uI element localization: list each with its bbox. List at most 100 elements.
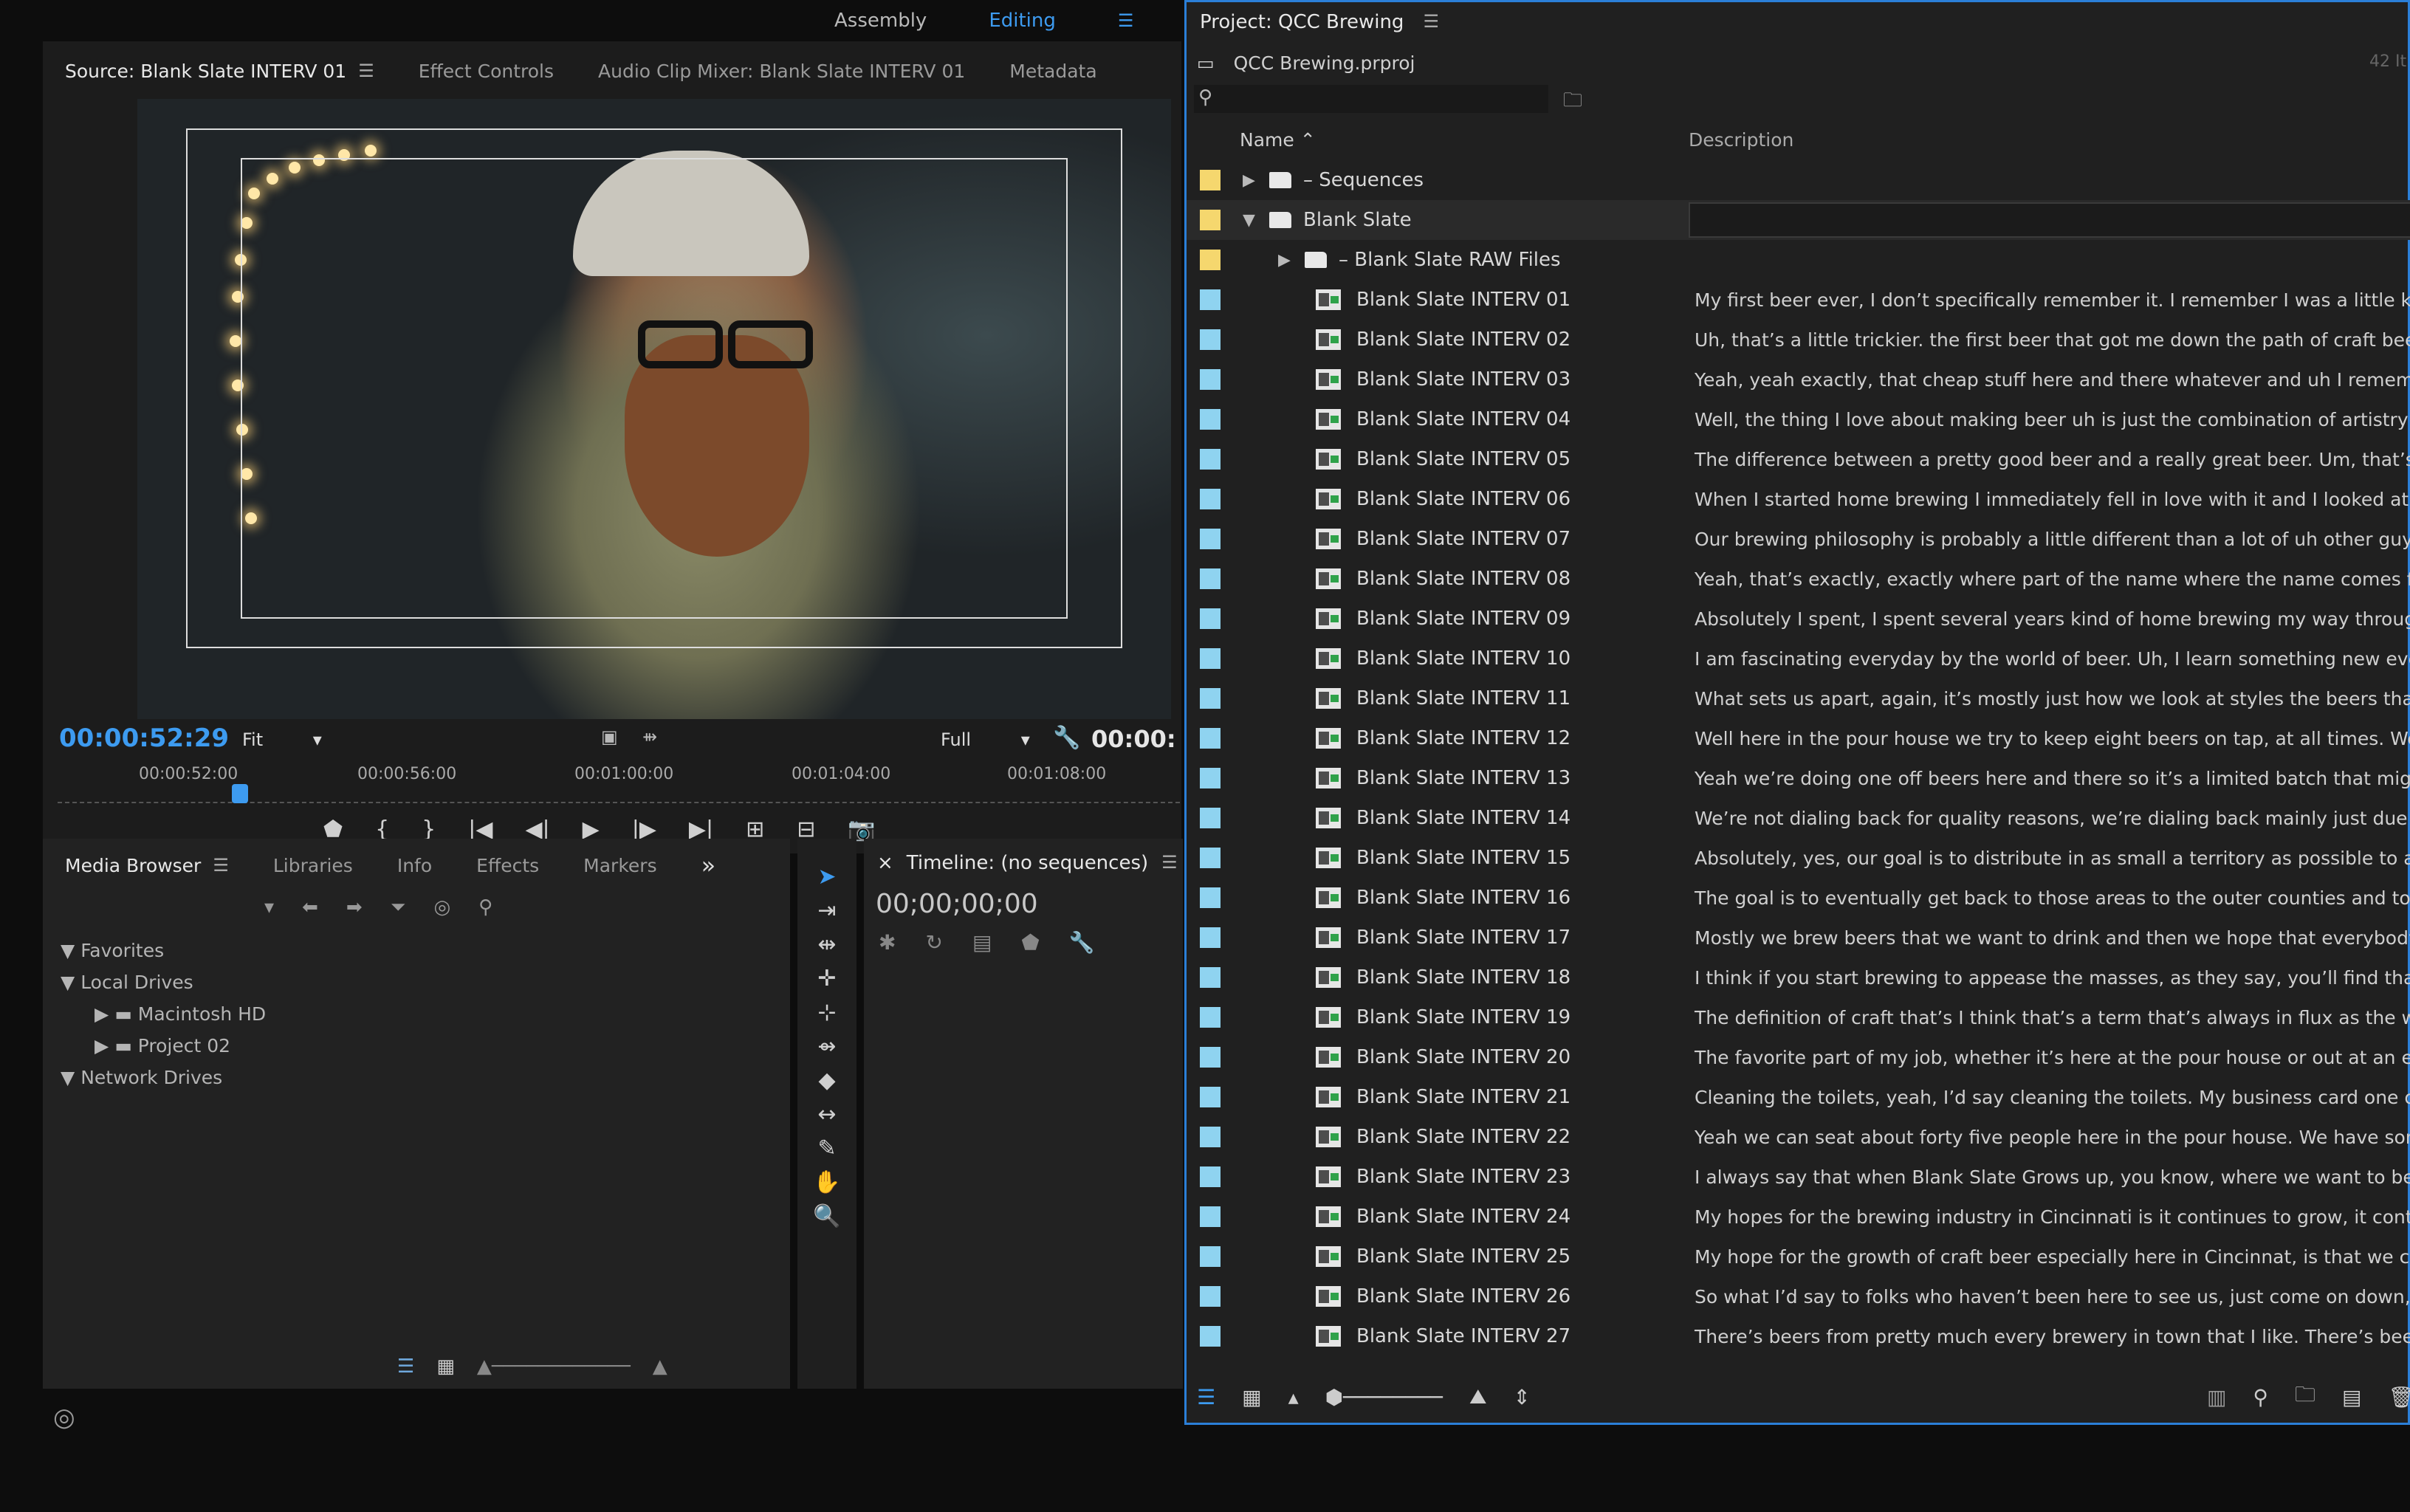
label-color-swatch[interactable]: [1200, 1206, 1221, 1227]
label-color-swatch[interactable]: [1200, 329, 1221, 350]
clip-row[interactable]: Blank Slate INTERV 12 Well here in the po…: [1187, 718, 2410, 758]
zoom-slider[interactable]: ▲────────────: [477, 1355, 631, 1378]
label-color-swatch[interactable]: [1200, 250, 1221, 270]
bin-row[interactable]: ▶ – Blank Slate RAW Files: [1187, 240, 2410, 280]
snap-icon[interactable]: ✱: [879, 930, 896, 955]
clip-description[interactable]: I think if you start brewing to appease …: [1695, 967, 2410, 989]
label-color-swatch[interactable]: [1200, 1127, 1221, 1147]
clip-description[interactable]: There’s beers from pretty much every bre…: [1695, 1326, 2410, 1347]
label-color-swatch[interactable]: [1200, 688, 1221, 709]
clip-description[interactable]: My first beer ever, I don’t specifically…: [1695, 289, 2410, 311]
clip-description[interactable]: What sets us apart, again, it’s mostly j…: [1695, 688, 2410, 709]
clip-row[interactable]: Blank Slate INTERV 08 Yeah, that’s exactl…: [1187, 559, 2410, 599]
tree-item-network-drives[interactable]: ▼ Network Drives: [61, 1062, 266, 1093]
selection-tool-icon[interactable]: ➤: [811, 864, 843, 893]
expand-arrow-icon[interactable]: ▶: [1243, 171, 1255, 190]
clip-name[interactable]: Blank Slate INTERV 02: [1356, 329, 1570, 351]
clip-description[interactable]: The favorite part of my job, whether it’…: [1695, 1047, 2410, 1068]
clip-name[interactable]: Blank Slate INTERV 19: [1356, 1006, 1570, 1028]
pen-icon[interactable]: ✎: [811, 1135, 843, 1165]
clip-row[interactable]: Blank Slate INTERV 17 Mostly we brew beer…: [1187, 918, 2410, 958]
clip-name[interactable]: Blank Slate INTERV 20: [1356, 1046, 1570, 1068]
bin-name[interactable]: – Sequences: [1303, 169, 1424, 191]
trash-icon[interactable]: 🗑: [2388, 1385, 2410, 1409]
description-edit-field[interactable]: [1689, 202, 2410, 238]
ripple-edit-icon[interactable]: ⇹: [811, 932, 843, 961]
clip-description[interactable]: Yeah, that’s exactly, exactly where part…: [1695, 568, 2410, 590]
clip-description[interactable]: Yeah we can seat about forty five people…: [1695, 1127, 2410, 1148]
more-tabs-button[interactable]: »: [679, 851, 738, 879]
clip-description[interactable]: Mostly we brew beers that we want to dri…: [1695, 927, 2410, 949]
creative-cloud-icon[interactable]: ◎: [53, 1403, 75, 1432]
tab-effects[interactable]: Effects: [454, 855, 561, 876]
timeline-timecode[interactable]: 00;00;00;00: [876, 889, 1038, 919]
clip-name[interactable]: Blank Slate INTERV 08: [1356, 568, 1570, 590]
clip-row[interactable]: Blank Slate INTERV 10 I am fascinating ev…: [1187, 639, 2410, 678]
slide-icon[interactable]: ↔: [811, 1102, 843, 1131]
label-color-swatch[interactable]: [1200, 289, 1221, 310]
clip-name[interactable]: Blank Slate INTERV 16: [1356, 887, 1570, 909]
bin-row[interactable]: ▼ Blank Slate: [1187, 200, 2410, 240]
label-color-swatch[interactable]: [1200, 848, 1221, 868]
clip-row[interactable]: Blank Slate INTERV 06 When I started home…: [1187, 479, 2410, 519]
label-color-swatch[interactable]: [1200, 728, 1221, 749]
time-ruler[interactable]: 00:00:52:00 00:00:56:00 00:01:00:00 00:0…: [58, 765, 1180, 803]
clip-description[interactable]: Yeah, yeah exactly, that cheap stuff her…: [1695, 369, 2410, 391]
label-color-swatch[interactable]: [1200, 369, 1221, 390]
clip-row[interactable]: Blank Slate INTERV 27 There’s beers from …: [1187, 1316, 2410, 1356]
automate-icon[interactable]: ▥: [2207, 1385, 2226, 1409]
clip-row[interactable]: Blank Slate INTERV 03 Yeah, yeah exactly,…: [1187, 360, 2410, 399]
clip-row[interactable]: Blank Slate INTERV 09 Absolutely I spent,…: [1187, 599, 2410, 639]
clip-name[interactable]: Blank Slate INTERV 11: [1356, 687, 1570, 709]
label-color-swatch[interactable]: [1200, 1246, 1221, 1267]
clip-row[interactable]: Blank Slate INTERV 05 The difference betw…: [1187, 439, 2410, 479]
clip-description[interactable]: Our brewing philosophy is probably a lit…: [1695, 529, 2410, 550]
clip-description[interactable]: Cleaning the toilets, yeah, I’d say clea…: [1695, 1087, 2410, 1108]
expand-arrow-icon[interactable]: ▶: [95, 1035, 109, 1056]
icon-view-icon[interactable]: ▦: [436, 1355, 455, 1378]
filter-icon[interactable]: ⏷: [391, 896, 406, 919]
panel-menu-icon[interactable]: ☰: [1161, 852, 1178, 874]
label-color-swatch[interactable]: [1200, 449, 1221, 470]
slip-icon[interactable]: ⇴: [811, 1034, 843, 1063]
tree-item-local-drives[interactable]: ▼ Local Drives: [61, 966, 266, 998]
clip-name[interactable]: Blank Slate INTERV 23: [1356, 1166, 1570, 1188]
clip-name[interactable]: Blank Slate INTERV 05: [1356, 448, 1570, 470]
label-color-swatch[interactable]: [1200, 887, 1221, 908]
tree-item-macintosh-hd[interactable]: ▶ ▬ Macintosh HD: [61, 998, 266, 1030]
razor-icon[interactable]: ◆: [811, 1068, 843, 1097]
expand-arrow-icon[interactable]: ▼: [61, 1067, 75, 1088]
wrench-icon[interactable]: 🔧: [1069, 930, 1095, 955]
nest-icon[interactable]: ▤: [972, 930, 992, 955]
find-bin-icon[interactable]: 🗀: [1563, 86, 1582, 119]
clip-description[interactable]: Absolutely, yes, our goal is to distribu…: [1695, 848, 2410, 869]
tab-markers[interactable]: Markers: [561, 855, 679, 876]
column-description[interactable]: Description: [1689, 129, 1793, 151]
wrench-icon[interactable]: 🔧: [1053, 725, 1080, 751]
clip-row[interactable]: Blank Slate INTERV 22 Yeah we can seat ab…: [1187, 1117, 2410, 1157]
label-color-swatch[interactable]: [1200, 1047, 1221, 1068]
clip-name[interactable]: Blank Slate INTERV 26: [1356, 1285, 1570, 1307]
clip-name[interactable]: Blank Slate INTERV 15: [1356, 847, 1570, 869]
clip-name[interactable]: Blank Slate INTERV 18: [1356, 966, 1570, 989]
expand-arrow-icon[interactable]: ▼: [1243, 211, 1255, 230]
zoom-fit-select[interactable]: Fit ▾: [242, 729, 322, 750]
label-color-swatch[interactable]: [1200, 608, 1221, 629]
clip-description[interactable]: Yeah we’re doing one off beers here and …: [1695, 768, 2410, 789]
resolution-select[interactable]: Full ▾: [941, 729, 1030, 750]
view-icon[interactable]: ◎: [433, 896, 450, 919]
label-color-swatch[interactable]: [1200, 1087, 1221, 1107]
clip-row[interactable]: Blank Slate INTERV 18 I think if you star…: [1187, 958, 2410, 997]
find-icon[interactable]: ⚲: [2253, 1385, 2268, 1409]
tab-metadata[interactable]: Metadata: [987, 61, 1119, 82]
clip-name[interactable]: Blank Slate INTERV 13: [1356, 767, 1570, 789]
list-view-icon[interactable]: ☰: [397, 1355, 414, 1378]
expand-arrow-icon[interactable]: ▼: [61, 940, 75, 961]
clip-description[interactable]: The definition of craft that’s I think t…: [1695, 1007, 2410, 1028]
clip-name[interactable]: Blank Slate INTERV 06: [1356, 488, 1570, 510]
panel-menu-icon[interactable]: ☰: [213, 855, 229, 876]
add-marker-icon[interactable]: ⬟: [1021, 930, 1039, 955]
clip-description[interactable]: I am fascinating everyday by the world o…: [1695, 648, 2410, 670]
clip-name[interactable]: Blank Slate INTERV 07: [1356, 528, 1570, 550]
clip-name[interactable]: Blank Slate INTERV 10: [1356, 647, 1570, 670]
